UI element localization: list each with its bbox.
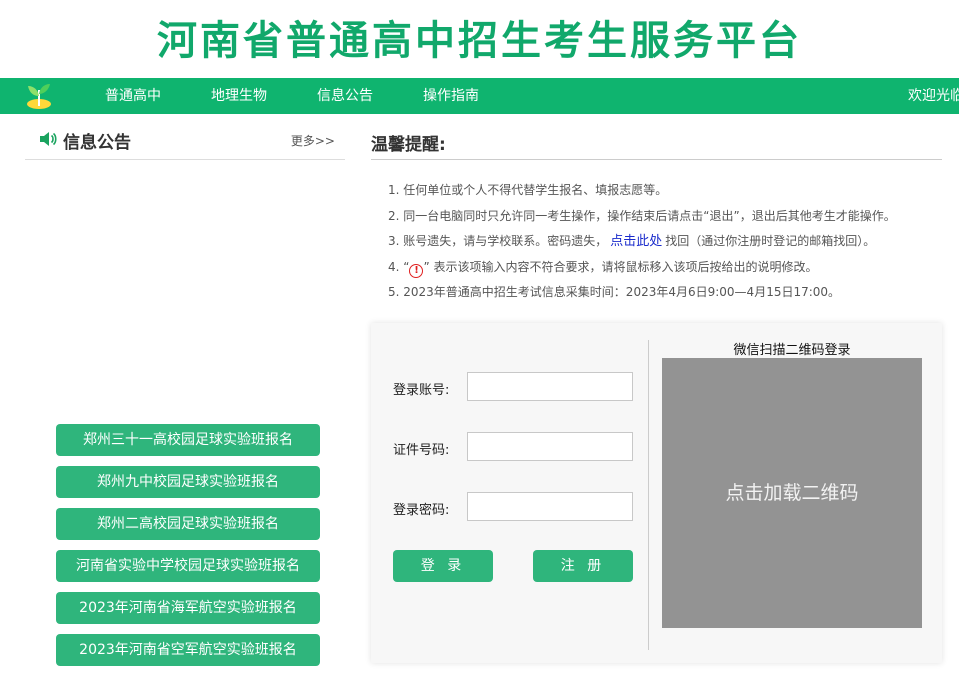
nav-item-guide[interactable]: 操作指南 <box>423 78 479 114</box>
login-button[interactable]: 登 录 <box>393 550 493 582</box>
recover-password-link[interactable]: 点击此处 <box>610 234 662 249</box>
qr-load-text: 点击加载二维码 <box>725 482 859 504</box>
warning-icon: ! <box>409 263 424 278</box>
notice-header: 信息公告 更多>> <box>25 122 345 160</box>
tip-line-2: 2. 同一台电脑同时只允许同一考生操作，操作结束后请点击“退出”，退出后其他考生… <box>388 208 896 223</box>
password-label: 登录密码: <box>393 503 450 518</box>
id-number-input[interactable] <box>467 432 633 461</box>
qr-code-area[interactable]: 点击加载二维码 <box>662 358 922 628</box>
nav-item-announcements[interactable]: 信息公告 <box>317 78 373 114</box>
tips-list: 1. 任何单位或个人不得代替学生报名、填报志愿等。 2. 同一台电脑同时只允许同… <box>388 178 948 306</box>
tips-title: 温馨提醒: <box>371 135 446 155</box>
enroll-button-zz31[interactable]: 郑州三十一高校园足球实验班报名 <box>56 424 320 456</box>
nav-item-geography-biology[interactable]: 地理生物 <box>211 78 267 114</box>
enroll-button-navy-aviation[interactable]: 2023年河南省海军航空实验班报名 <box>56 592 320 624</box>
qr-login-title: 微信扫描二维码登录 <box>733 343 851 358</box>
tip-line-3-suffix: 找回（通过你注册时登记的邮箱找回）。 <box>665 234 876 248</box>
tip-line-4: 4. “!” 表示该项输入内容不符合要求，请将鼠标移入该项后按给出的说明修改。 <box>388 255 948 281</box>
enroll-button-list: 郑州三十一高校园足球实验班报名 郑州九中校园足球实验班报名 郑州二高校园足球实验… <box>56 424 320 676</box>
more-link[interactable]: 更多>> <box>291 132 335 149</box>
welcome-text: 欢迎光临 <box>908 88 959 104</box>
tip-line-4-suffix: ” 表示该项输入内容不符合要求，请将鼠标移入该项后按给出的说明修改。 <box>423 259 818 274</box>
tip-line-3-text: 3. 账号遗失，请与学校联系。密码遗失， <box>388 234 608 248</box>
id-number-label: 证件号码: <box>393 443 450 458</box>
tip-line-4-text: 4. “ <box>388 259 410 274</box>
tips-header: 温馨提醒: <box>371 122 942 160</box>
tip-line-5: 5. 2023年普通高中招生考试信息采集时间：2023年4月6日9:00—4月1… <box>388 285 841 299</box>
tip-line-1: 1. 任何单位或个人不得代替学生报名、填报志愿等。 <box>388 183 668 197</box>
panel-divider <box>648 340 649 650</box>
enroll-button-henan-experimental[interactable]: 河南省实验中学校园足球实验班报名 <box>56 550 320 582</box>
account-label: 登录账号: <box>393 383 450 398</box>
top-nav: 普通高中 地理生物 信息公告 操作指南 欢迎光临 <box>0 78 959 114</box>
password-input[interactable] <box>467 492 633 521</box>
tip-line-3: 3. 账号遗失，请与学校联系。密码遗失， 点击此处 找回（通过你注册时登记的邮箱找回… <box>388 229 948 255</box>
enroll-button-zz2[interactable]: 郑州二高校园足球实验班报名 <box>56 508 320 540</box>
enroll-button-zz9[interactable]: 郑州九中校园足球实验班报名 <box>56 466 320 498</box>
login-panel: 登录账号: 证件号码: 登录密码: 登 录 注 册 微信扫描二维码登录 点击加载… <box>371 323 942 663</box>
nav-item-general-high-school[interactable]: 普通高中 <box>105 78 161 114</box>
notice-title: 信息公告 <box>63 133 131 153</box>
sprout-logo-icon <box>27 84 51 109</box>
enroll-button-airforce-aviation[interactable]: 2023年河南省空军航空实验班报名 <box>56 634 320 666</box>
account-input[interactable] <box>467 372 633 401</box>
speaker-icon <box>40 132 57 146</box>
site-title: 河南省普通高中招生考生服务平台 <box>157 18 802 64</box>
register-button[interactable]: 注 册 <box>533 550 633 582</box>
